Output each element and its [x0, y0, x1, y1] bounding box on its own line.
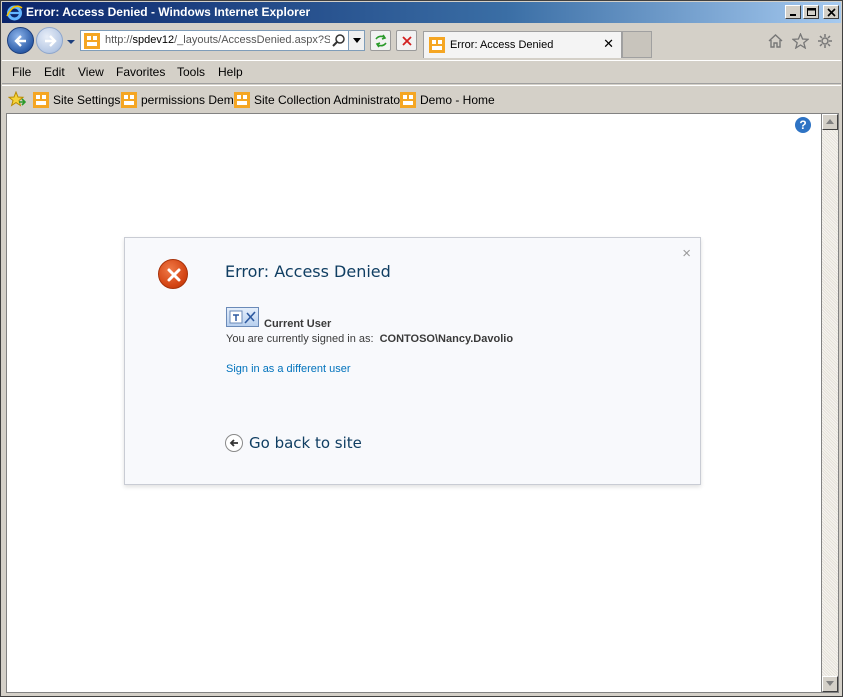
menu-file[interactable]: File: [12, 65, 31, 79]
sharepoint-site-icon: [33, 92, 49, 108]
add-favorites-icon[interactable]: [7, 90, 27, 110]
back-arrow-icon: [14, 35, 26, 47]
favorite-permissions-demo[interactable]: permissions Demo: [121, 91, 240, 109]
tab-close-button[interactable]: ✕: [603, 37, 614, 52]
scroll-down-button[interactable]: [822, 676, 838, 692]
sharepoint-site-icon: [84, 33, 100, 52]
recent-pages-dropdown[interactable]: [65, 36, 77, 46]
menu-view[interactable]: View: [78, 65, 104, 79]
menu-tools[interactable]: Tools: [177, 65, 205, 79]
scroll-up-button[interactable]: [822, 114, 838, 130]
account-name: CONTOSO\Nancy.Davolio: [379, 333, 514, 345]
tab-label: Error: Access Denied: [450, 39, 554, 51]
search-icon[interactable]: [332, 33, 346, 50]
window-title: Error: Access Denied - Windows Internet …: [26, 5, 311, 19]
navigation-bar: http://spdev12/_layouts/AccessDenied.asp…: [2, 23, 841, 60]
favorite-demo-home[interactable]: Demo - Home: [400, 91, 495, 109]
menu-favorites[interactable]: Favorites: [116, 65, 165, 79]
title-bar: Error: Access Denied - Windows Internet …: [2, 2, 841, 23]
stop-button[interactable]: [396, 30, 417, 51]
sharepoint-site-icon: [121, 92, 137, 108]
refresh-icon: [375, 34, 387, 48]
signed-in-prefix: You are currently signed in as:: [226, 333, 374, 345]
chevron-down-icon: [67, 40, 75, 44]
error-dialog: × Error: Access Denied Current User You …: [124, 237, 701, 485]
page-content: ? × Error: Access Denied Current User Yo…: [6, 113, 822, 693]
menu-bar: File Edit View Favorites Tools Help: [2, 60, 841, 84]
favorite-site-collection-administrators[interactable]: Site Collection Administrators: [234, 91, 410, 109]
menu-help[interactable]: Help: [218, 65, 243, 79]
favorites-bar: Site Settings permissions Demo Site Coll…: [2, 85, 841, 112]
minimize-button[interactable]: [785, 5, 801, 19]
tab-access-denied[interactable]: Error: Access Denied ✕: [423, 31, 622, 58]
ie-logo-icon: [6, 4, 23, 21]
vertical-scrollbar[interactable]: [822, 113, 839, 693]
back-circle-icon: [225, 434, 243, 452]
gear-icon[interactable]: [817, 33, 833, 52]
go-back-label: Go back to site: [249, 434, 362, 452]
current-user-label: Current User: [264, 318, 332, 330]
address-url: http://spdev12/_layouts/AccessDenied.asp…: [105, 34, 330, 46]
forward-button[interactable]: [36, 27, 63, 54]
error-x-icon: [158, 259, 188, 289]
sharepoint-site-icon: [400, 92, 416, 108]
dialog-title: Error: Access Denied: [225, 262, 391, 281]
address-bar[interactable]: http://spdev12/_layouts/AccessDenied.asp…: [80, 30, 365, 51]
close-window-button[interactable]: [823, 5, 839, 19]
back-button[interactable]: [7, 27, 34, 54]
signed-in-text: You are currently signed in as: CONTOSO\N…: [226, 333, 513, 345]
forward-arrow-icon: [45, 35, 57, 47]
menu-edit[interactable]: Edit: [44, 65, 65, 79]
sharepoint-site-icon: [234, 92, 250, 108]
ie-window: Error: Access Denied - Windows Internet …: [0, 0, 843, 697]
address-dropdown[interactable]: [348, 31, 364, 50]
dialog-close-button[interactable]: ×: [682, 245, 691, 262]
refresh-button[interactable]: [370, 30, 391, 51]
favorites-star-icon[interactable]: [791, 32, 810, 52]
home-icon[interactable]: [767, 33, 784, 52]
help-icon[interactable]: ?: [795, 117, 811, 133]
stop-icon: [402, 36, 412, 46]
maximize-button[interactable]: [803, 5, 819, 19]
sign-in-different-user-link[interactable]: Sign in as a different user: [226, 363, 351, 375]
favorite-site-settings[interactable]: Site Settings: [33, 91, 120, 109]
new-tab-button[interactable]: [622, 31, 652, 58]
user-icon: [226, 307, 259, 327]
go-back-to-site-link[interactable]: Go back to site: [225, 434, 362, 452]
sharepoint-site-icon: [429, 37, 445, 56]
chevron-down-icon: [353, 38, 361, 43]
